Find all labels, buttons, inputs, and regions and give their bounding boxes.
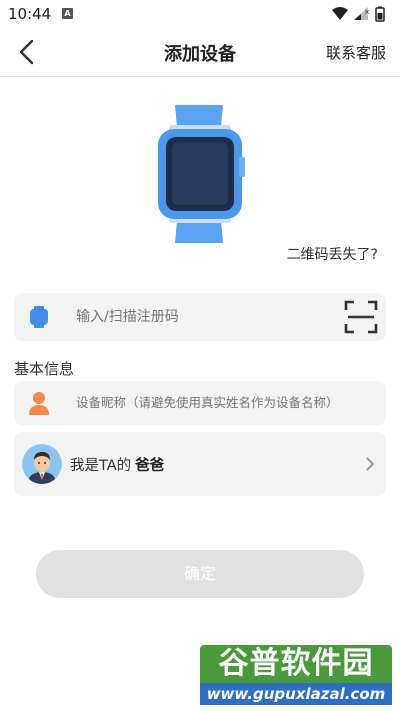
avatar <box>22 444 62 484</box>
person-icon <box>28 391 50 415</box>
smartwatch-icon <box>158 105 245 243</box>
role-value: 爸爸 <box>135 458 165 474</box>
scan-button[interactable] <box>344 300 378 334</box>
chevron-right-icon <box>364 456 376 472</box>
role-label: 我是TA的 爸爸 <box>70 454 164 475</box>
role-prefix: 我是TA的 <box>70 458 132 474</box>
role-selector[interactable]: 我是TA的 爸爸 <box>14 432 386 496</box>
status-bar: 10:44 A × <box>0 0 400 28</box>
notification-icon: A <box>62 8 73 19</box>
watermark-url: www.gupuxlazal.com <box>200 683 392 705</box>
status-time: 10:44 <box>8 5 52 23</box>
register-code-input[interactable] <box>76 293 336 341</box>
watch-icon <box>30 306 48 328</box>
register-code-field[interactable] <box>14 293 386 341</box>
wifi-icon <box>332 7 348 20</box>
watch-illustration <box>155 105 245 243</box>
nickname-input[interactable] <box>76 381 376 425</box>
qr-lost-link[interactable]: 二维码丢失了? <box>287 244 378 264</box>
signal-icon: × <box>354 7 370 20</box>
scan-icon <box>344 300 378 334</box>
contact-support-link[interactable]: 联系客服 <box>326 42 386 63</box>
status-icons: × <box>330 6 390 26</box>
father-avatar-icon <box>22 444 62 484</box>
battery-icon <box>375 6 385 22</box>
nav-bar: 添加设备 联系客服 <box>0 28 400 77</box>
section-label-basic-info: 基本信息 <box>14 360 75 378</box>
watermark-title: 谷普软件园 <box>200 645 392 683</box>
confirm-button[interactable]: 确定 <box>36 550 364 598</box>
nickname-field[interactable] <box>14 381 386 425</box>
svg-text:×: × <box>364 8 370 16</box>
watermark: 谷普软件园 www.gupuxlazal.com <box>200 645 392 707</box>
